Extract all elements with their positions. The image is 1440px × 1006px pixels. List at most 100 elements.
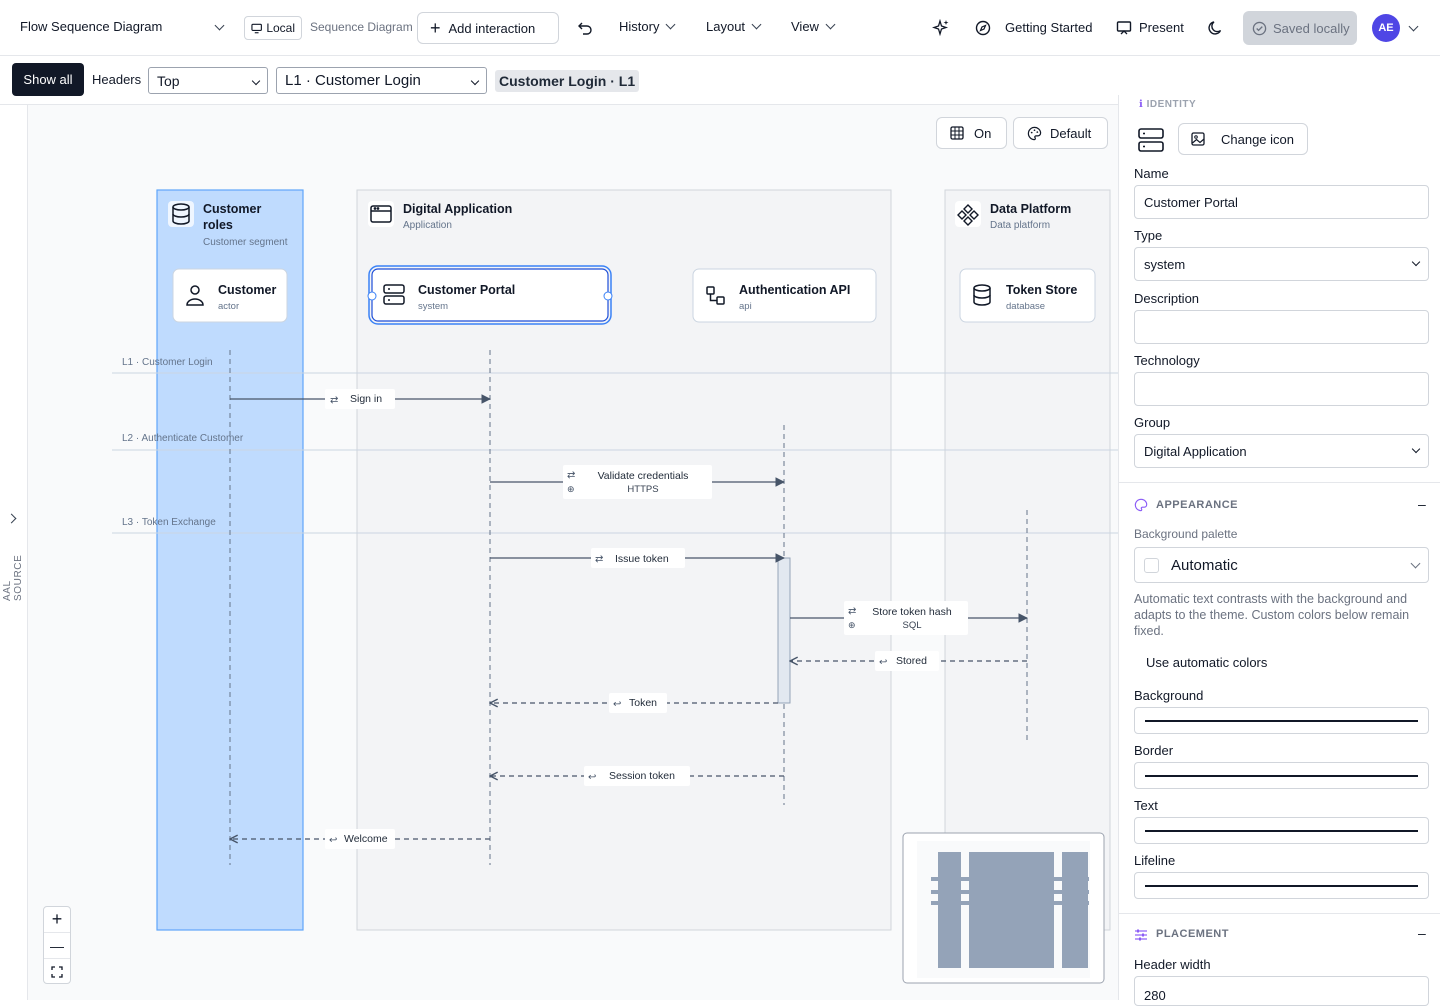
participant-customer-portal[interactable]: Customer Portal system: [367, 265, 613, 325]
theme-button[interactable]: Default: [1013, 117, 1108, 149]
use-automatic-colors-button[interactable]: Use automatic colors: [1146, 655, 1267, 670]
technology-field[interactable]: [1134, 372, 1429, 406]
minimap[interactable]: [902, 832, 1105, 984]
grid-toggle-button[interactable]: On: [936, 117, 1007, 149]
connect-handle-right[interactable]: [603, 291, 613, 301]
menu-history-label: History: [619, 19, 660, 34]
participant-token-store[interactable]: Token Store database: [959, 268, 1096, 323]
name-label: Name: [1134, 166, 1169, 181]
diagram-type-label: Sequence Diagram: [310, 20, 413, 34]
group-title: Data Platform: [990, 202, 1071, 216]
group-subtitle: Data platform: [990, 220, 1050, 231]
identity-label: IDENTITY: [1146, 99, 1197, 110]
globe-icon: ⊕: [567, 484, 575, 494]
border-color-field[interactable]: [1134, 762, 1429, 789]
breadcrumb: Customer Login · L1: [495, 70, 640, 92]
menu-view-label: View: [791, 19, 819, 34]
headers-select[interactable]: Top: [148, 67, 268, 94]
identity-section-title: ℹ IDENTITY: [1139, 99, 1196, 110]
participant-name: Token Store: [1006, 283, 1077, 297]
group-icon-bg: [368, 201, 394, 227]
aal-source-tab[interactable]: AAL SOURCE: [2, 531, 24, 601]
connect-handle-left[interactable]: [367, 291, 377, 301]
group-subtitle: Customer segment: [203, 237, 288, 248]
activation-bar: [777, 557, 791, 704]
zoom-in-icon[interactable]: +: [44, 907, 70, 933]
palette-icon: [1134, 498, 1148, 512]
color-swatch: [1144, 557, 1159, 573]
participant-customer[interactable]: Customer actor: [172, 268, 288, 323]
avatar-chevron-down-icon[interactable]: [1408, 21, 1419, 32]
participant-type: api: [739, 301, 752, 312]
participant-name: Customer: [218, 283, 276, 297]
message-label: Session token: [609, 770, 675, 782]
diagram-canvas[interactable]: Customer roles Customer segment Digital …: [28, 105, 1118, 1000]
menu-layout-label: Layout: [706, 19, 746, 34]
message-label: Store token hash: [872, 606, 952, 618]
zoom-controls: + —: [43, 906, 71, 984]
group-icon-bg: [168, 201, 194, 227]
level-select[interactable]: L1 · Customer Login: [276, 67, 487, 94]
type-select-value: system: [1144, 256, 1186, 272]
plus-icon: +: [430, 18, 441, 38]
appearance-collapse-button[interactable]: –: [1418, 496, 1426, 512]
palette-help-text: Automatic text contrasts with the backgr…: [1134, 592, 1410, 638]
group-label: Group: [1134, 415, 1171, 430]
name-field[interactable]: Customer Portal: [1134, 185, 1429, 219]
menu-layout[interactable]: Layout: [706, 19, 762, 34]
source-rail[interactable]: AAL SOURCE: [0, 105, 28, 1000]
description-label: Description: [1134, 291, 1200, 306]
globe-icon: ⊕: [848, 620, 856, 630]
menu-history[interactable]: History: [619, 19, 676, 34]
info-icon: ℹ: [1139, 99, 1144, 110]
chevron-down-icon: [1411, 257, 1421, 267]
title-chevron-down-icon[interactable]: [214, 20, 225, 31]
present-button[interactable]: Present: [1139, 20, 1184, 35]
message-label: Token: [629, 697, 657, 709]
moon-icon[interactable]: [1208, 20, 1224, 36]
saved-locally-label: Saved locally: [1273, 20, 1350, 36]
presentation-icon: [1116, 21, 1132, 35]
group-title: Digital Application: [403, 202, 512, 216]
type-select[interactable]: system: [1134, 247, 1429, 281]
participant-name: Authentication API: [739, 283, 850, 297]
message-label: Issue token: [615, 553, 669, 565]
sparkles-icon[interactable]: [932, 19, 950, 37]
level-select-value: L1 · Customer Login: [285, 72, 421, 89]
chevron-down-icon: [251, 76, 261, 85]
chevron-right-icon[interactable]: [6, 513, 17, 524]
participant-name: Customer Portal: [418, 283, 515, 297]
undo-icon[interactable]: [577, 20, 593, 36]
message-tech: HTTPS: [627, 484, 658, 495]
message-label: Welcome: [344, 833, 388, 845]
arrows-swap-icon: ⇄: [848, 606, 856, 617]
bg-palette-select[interactable]: Automatic: [1134, 547, 1429, 583]
group-select[interactable]: Digital Application: [1134, 434, 1429, 468]
add-interaction-label: Add interaction: [448, 20, 536, 36]
add-interaction-button[interactable]: + Add interaction: [417, 12, 559, 44]
show-all-button[interactable]: Show all: [12, 63, 84, 96]
arrows-swap-icon: ⇄: [567, 470, 575, 481]
getting-started-link[interactable]: Getting Started: [1005, 20, 1092, 35]
group-title: roles: [203, 218, 233, 232]
fit-view-glyph: [51, 965, 63, 978]
change-icon-button[interactable]: Change icon: [1178, 123, 1308, 155]
menu-view[interactable]: View: [791, 19, 836, 34]
participant-type: actor: [218, 301, 239, 312]
saved-locally-button[interactable]: Saved locally: [1243, 11, 1357, 45]
local-mode-badge[interactable]: Local: [244, 16, 302, 40]
level-label: L3 · Token Exchange: [122, 517, 216, 528]
background-color-field[interactable]: [1134, 707, 1429, 734]
description-field[interactable]: [1134, 310, 1429, 344]
sequence-diagram[interactable]: Customer roles Customer segment Digital …: [28, 105, 1118, 1000]
participant-authentication-api[interactable]: Authentication API api: [692, 268, 877, 323]
placement-collapse-button[interactable]: –: [1418, 925, 1426, 941]
message-tech: SQL: [902, 620, 921, 631]
text-color-field[interactable]: [1134, 817, 1429, 844]
group-title: Customer: [203, 202, 261, 216]
zoom-out-icon[interactable]: —: [44, 933, 70, 959]
header-width-field[interactable]: 280: [1134, 976, 1429, 1006]
lifeline-color-field[interactable]: [1134, 872, 1429, 899]
avatar[interactable]: AE: [1372, 14, 1400, 42]
fit-view-icon[interactable]: [44, 959, 70, 984]
